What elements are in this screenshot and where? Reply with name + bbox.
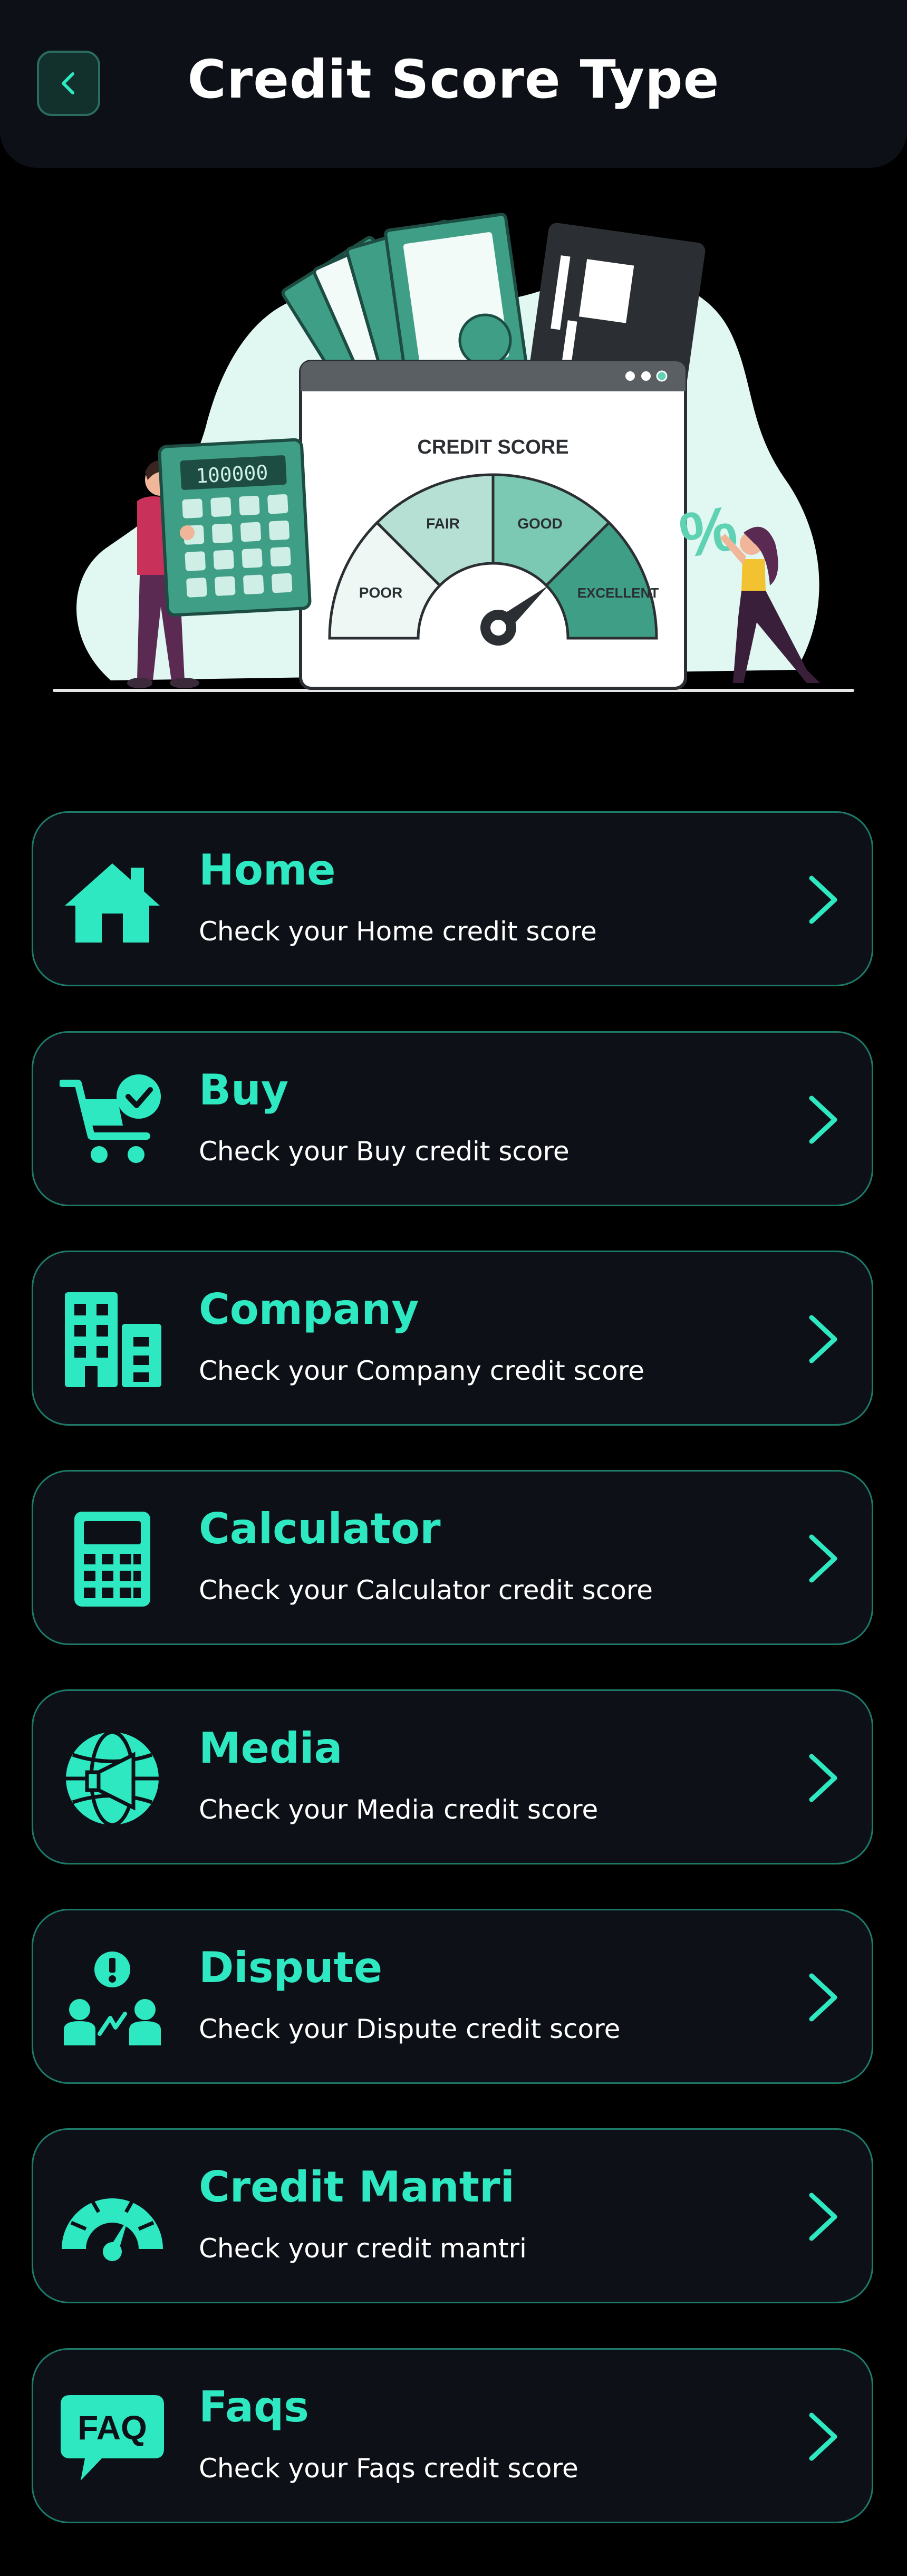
app-header: Credit Score Type [0,0,907,168]
gauge-label-excellent: EXCELLENT [577,585,659,601]
card-faqs[interactable]: FAQ Faqs Check your Faqs credit score [32,2348,873,2523]
chevron-right-icon [809,1095,837,1144]
card-company[interactable]: Company Check your Company credit score [32,1251,873,1426]
hero-illustration: CREDIT SCORE POOR FAIR GOOD EXCELLENT 10… [47,206,860,712]
card-subtitle: Check your Media credit score [199,1794,599,1825]
card-subtitle: Check your credit mantri [199,2233,527,2264]
card-subtitle: Check your Buy credit score [199,1136,570,1167]
card-subtitle: Check your Home credit score [199,916,597,947]
calculator-icon [74,1512,150,1607]
card-title: Dispute [199,1943,383,1992]
card-title: Home [199,845,336,895]
card-subtitle: Check your Calculator credit score [199,1575,653,1606]
card-title: Credit Mantri [199,2162,515,2212]
page-title: Credit Score Type [187,49,720,110]
faq-bubble-icon: FAQ [61,2395,164,2481]
gauge-label-poor: POOR [359,584,402,601]
gauge-label-fair: FAIR [426,515,460,532]
card-buy[interactable]: Buy Check your Buy credit score [32,1031,873,1206]
chevron-right-icon [809,1973,837,2022]
card-calculator[interactable]: Calculator Check your Calculator credit … [32,1470,873,1645]
building-icon [65,1292,161,1387]
card-subtitle: Check your Faqs credit score [199,2453,578,2484]
chevron-right-icon [809,1315,837,1363]
card-title: Media [199,1724,343,1773]
calculator-display: 100000 [195,461,268,488]
card-media[interactable]: Media Check your Media credit score [32,1689,873,1864]
card-title: Buy [199,1065,289,1114]
card-dispute[interactable]: Dispute Check your Dispute credit score [32,1909,873,2084]
speedometer-icon [62,2196,163,2261]
dispute-icon [64,1952,161,2045]
cart-check-icon [60,1074,161,1163]
chevron-right-icon [809,1754,837,1802]
card-title: Company [199,1285,419,1334]
credit-score-panel: CREDIT SCORE POOR FAIR GOOD EXCELLENT [299,360,687,690]
chevron-right-icon [809,1534,837,1583]
gauge-label-good: GOOD [517,515,563,532]
panel-title: CREDIT SCORE [417,436,568,458]
chevron-right-icon [809,876,837,924]
card-subtitle: Check your Company credit score [199,1356,644,1386]
card-title: Calculator [199,1504,441,1553]
home-icon [65,863,160,943]
card-title: Faqs [199,2382,309,2431]
chevron-right-icon [809,2412,837,2461]
card-credit-mantri[interactable]: Credit Mantri Check your credit mantri [32,2128,873,2303]
globe-megaphone-icon [66,1731,159,1826]
chevron-right-icon [809,2193,837,2241]
svg-text:FAQ: FAQ [78,2409,147,2447]
card-subtitle: Check your Dispute credit score [199,2014,621,2044]
card-home[interactable]: Home Check your Home credit score [32,811,873,986]
